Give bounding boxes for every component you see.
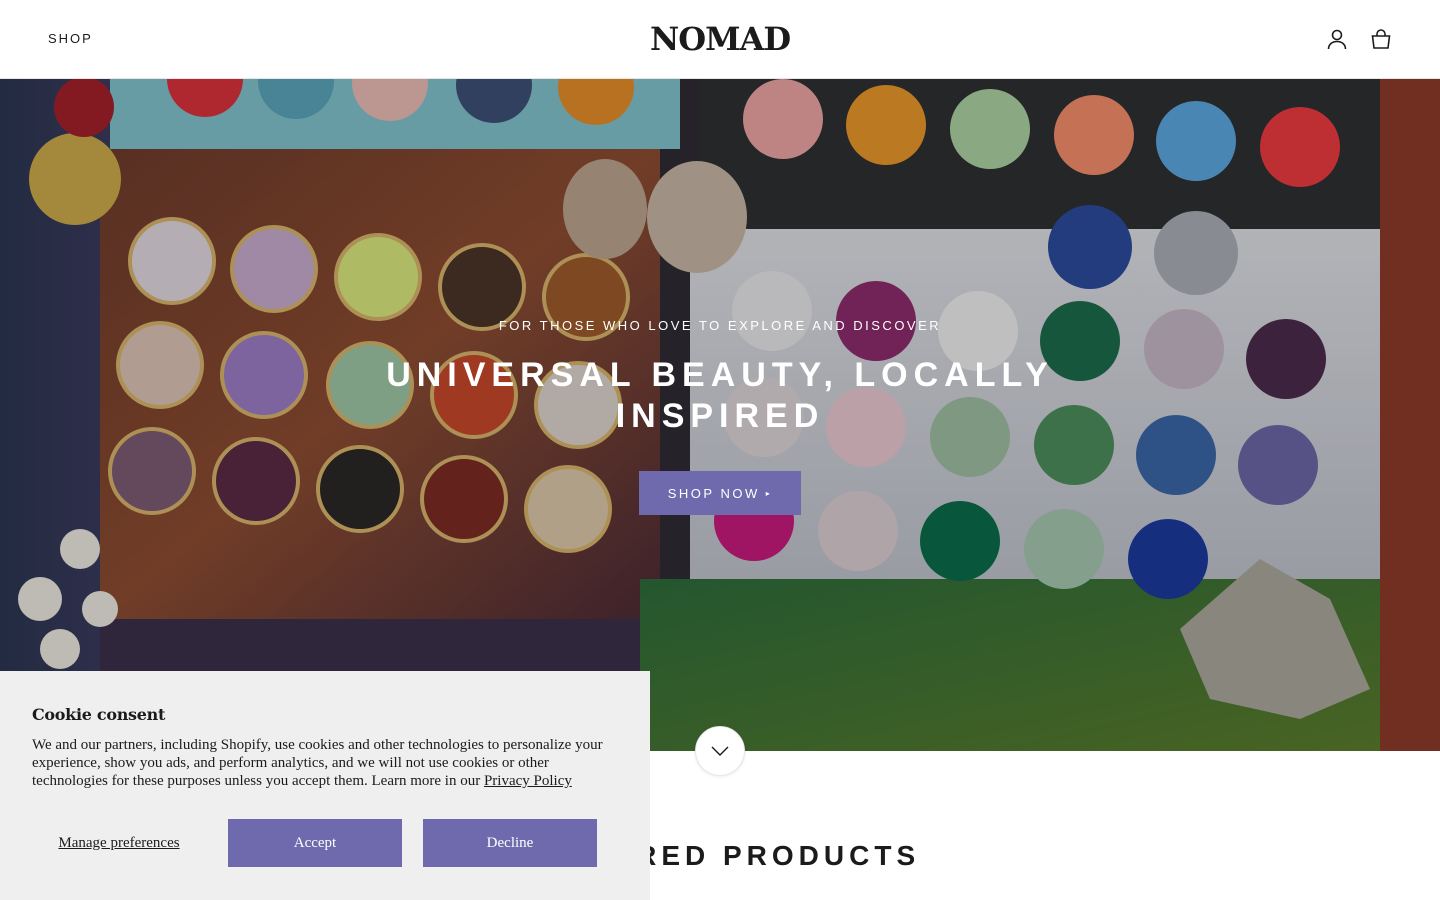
chevron-down-icon [711,746,729,756]
privacy-policy-link[interactable]: Privacy Policy [484,773,572,789]
account-icon[interactable] [1326,28,1348,50]
hero-content: FOR THOSE WHO LOVE TO EXPLORE AND DISCOV… [0,79,1440,751]
header-actions [1326,28,1392,50]
cookie-description: We and our partners, including Shopify, … [32,736,617,790]
hero-title: UNIVERSAL BEAUTY, LOCALLY INSPIRED [386,356,1054,435]
shop-now-button[interactable]: SHOP NOW ▸ [639,471,801,515]
shop-now-label: SHOP NOW [667,485,760,501]
play-arrow-icon: ▸ [765,488,773,498]
site-logo[interactable]: NOMAD [650,20,791,58]
accept-button[interactable]: Accept [228,819,402,867]
cart-icon[interactable] [1370,28,1392,50]
scroll-down-button[interactable] [695,726,745,776]
site-header: SHOP NOMAD [0,0,1440,79]
cookie-title: Cookie consent [32,705,166,724]
hero-subtitle: FOR THOSE WHO LOVE TO EXPLORE AND DISCOV… [498,318,942,333]
decline-button[interactable]: Decline [423,819,597,867]
cookie-consent-banner: Cookie consent We and our partners, incl… [0,671,650,900]
manage-preferences-link[interactable]: Manage preferences [32,835,228,852]
hero-banner: FOR THOSE WHO LOVE TO EXPLORE AND DISCOV… [0,79,1440,751]
cookie-actions: Manage preferences Accept Decline [32,819,597,867]
nav-shop-link[interactable]: SHOP [48,31,93,46]
